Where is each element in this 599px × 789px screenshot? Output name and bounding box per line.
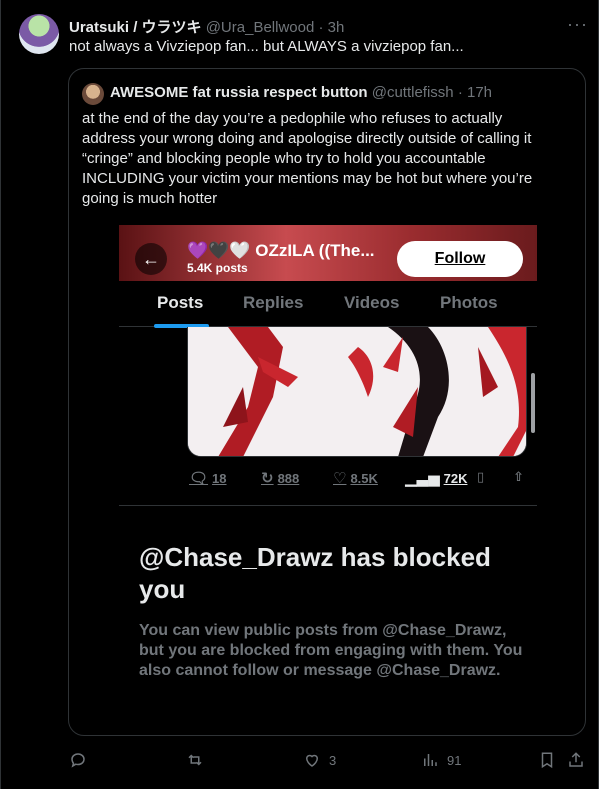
back-arrow-icon: ← xyxy=(135,243,167,275)
embedded-repost-count: 888 xyxy=(277,470,300,486)
display-name[interactable]: Uratsuki / ウラツキ xyxy=(69,19,202,36)
tab-photos: Photos xyxy=(440,293,498,312)
timestamp[interactable]: · 3h xyxy=(319,19,345,36)
repost-icon: ↻ xyxy=(261,470,274,487)
divider xyxy=(119,505,537,506)
embedded-views: ▁▃▅ 72K xyxy=(405,469,467,487)
profile-name: 💜🖤🤍 OZzILA ((The... xyxy=(187,241,375,260)
tweet-header: Uratsuki / ウラツキ @Ura_Bellwood · 3h xyxy=(69,16,344,37)
quoted-handle[interactable]: @cuttlefissh xyxy=(372,84,454,101)
blocked-description: You can view public posts from @Chase_Dr… xyxy=(139,622,523,679)
repost-button[interactable] xyxy=(186,751,212,769)
quoted-header: AWESOME fat russia respect button @cuttl… xyxy=(110,84,492,101)
share-button[interactable] xyxy=(567,751,585,769)
profile-tabs: Posts Replies Videos Photos xyxy=(119,281,537,328)
embedded-like: ♡ 8.5K xyxy=(333,469,378,487)
heart-icon xyxy=(305,754,319,767)
tab-replies: Replies xyxy=(243,293,304,312)
scrollbar-thumb xyxy=(531,373,535,433)
tweet[interactable]: Uratsuki / ウラツキ @Ura_Bellwood · 3h ··· n… xyxy=(0,0,599,789)
quoted-text: at the end of the day you’re a pedophile… xyxy=(82,110,533,207)
embedded-repost: ↻ 888 xyxy=(261,469,299,487)
views-icon: ▁▃▅ xyxy=(405,470,440,487)
tweet-text: not always a Vivziepop fan... but ALWAYS… xyxy=(69,38,464,55)
share-icon xyxy=(569,752,583,767)
post-count: 5.4K posts xyxy=(187,261,248,275)
quoted-avatar[interactable] xyxy=(82,83,104,105)
avatar[interactable] xyxy=(19,14,59,54)
view-count: 91 xyxy=(447,752,462,768)
more-options-icon[interactable]: ··· xyxy=(567,14,588,35)
action-bar: 3 91 xyxy=(1,747,599,773)
quoted-tweet[interactable]: AWESOME fat russia respect button @cuttl… xyxy=(68,68,586,736)
reply-button[interactable] xyxy=(69,751,95,769)
user-handle[interactable]: @Ura_Bellwood xyxy=(206,19,315,36)
attached-screenshot[interactable]: ← 💜🖤🤍 OZzILA ((The... 5.4K posts Follow … xyxy=(119,225,537,735)
quoted-display-name[interactable]: AWESOME fat russia respect button xyxy=(110,84,368,101)
views-icon xyxy=(424,754,437,766)
reply-icon: 🗨 xyxy=(189,470,209,487)
embedded-reply-count: 18 xyxy=(212,470,227,486)
reply-icon xyxy=(71,753,85,768)
bookmark-icon: ▯ xyxy=(477,469,485,484)
like-button[interactable]: 3 xyxy=(303,751,336,769)
blocked-title: @Chase_Drawz has blocked you xyxy=(139,542,491,604)
heart-icon: ♡ xyxy=(333,470,347,487)
embedded-action-bar: 🗨 18 ↻ 888 ♡ 8.5K ▁▃▅ 72K ▯ ⇧ xyxy=(187,465,527,489)
embedded-reply: 🗨 18 xyxy=(189,469,227,487)
follow-button: Follow xyxy=(397,241,523,277)
embedded-like-count: 8.5K xyxy=(350,470,378,486)
tab-posts: Posts xyxy=(157,293,204,312)
artwork-image xyxy=(187,327,527,457)
views-button[interactable]: 91 xyxy=(421,751,461,769)
repost-icon xyxy=(188,754,202,766)
quoted-timestamp[interactable]: · 17h xyxy=(458,84,492,101)
bookmark-button[interactable] xyxy=(538,751,556,769)
share-icon: ⇧ xyxy=(513,469,524,484)
tab-videos: Videos xyxy=(344,293,400,312)
embedded-view-count: 72K xyxy=(443,470,468,486)
like-count: 3 xyxy=(329,752,337,768)
bookmark-icon xyxy=(541,752,553,769)
